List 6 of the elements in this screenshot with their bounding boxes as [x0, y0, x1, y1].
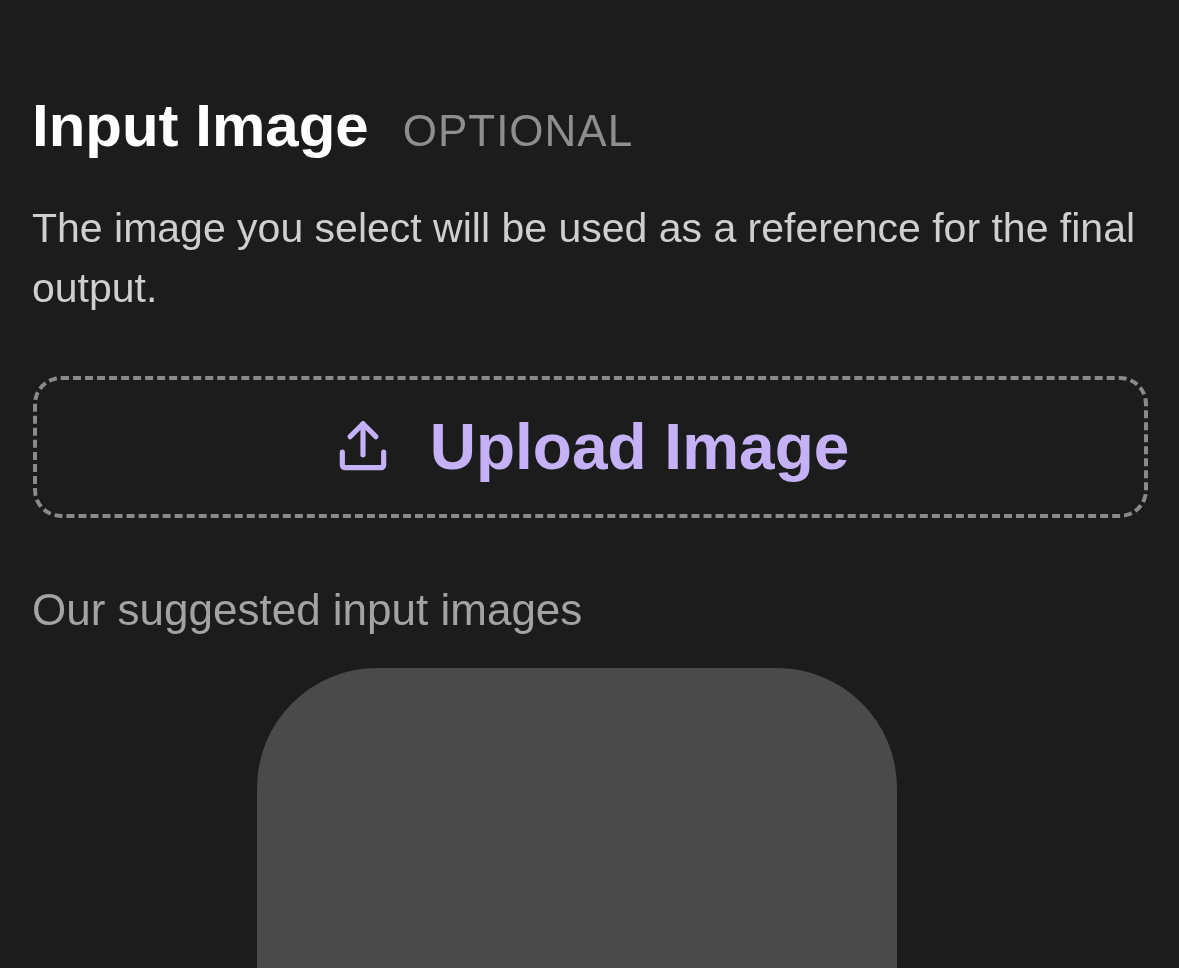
suggestions-label: Our suggested input images	[32, 584, 584, 636]
upload-image-button[interactable]: Upload Image	[33, 376, 1148, 518]
section-title: Input Image	[32, 91, 369, 161]
suggested-image-card[interactable]	[256, 668, 897, 968]
section-description: The image you select will be used as a reference for the final output.	[32, 204, 1137, 313]
optional-label: OPTIONAL	[402, 106, 634, 156]
